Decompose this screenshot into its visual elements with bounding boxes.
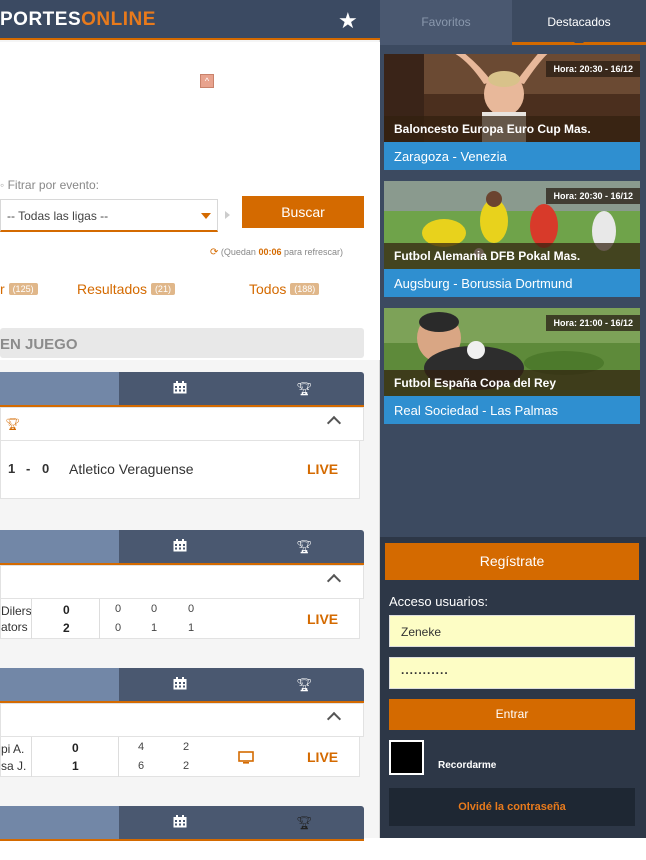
trophy-icon: 🏆︎ — [5, 417, 21, 431]
password-field[interactable]: ........... — [389, 657, 635, 689]
league-select[interactable]: -- Todas las ligas -- — [0, 199, 218, 232]
set-score: 4 — [138, 741, 145, 753]
calendar-icon[interactable] — [173, 381, 187, 394]
away-score: 0 — [42, 461, 50, 476]
set-score: 2 — [183, 741, 190, 753]
username-field[interactable]: Zeneke — [389, 615, 635, 647]
remember-checkbox[interactable] — [389, 740, 424, 775]
event-time: Hora: 21:00 - 16/12 — [546, 315, 640, 331]
remember-label: Recordarme — [438, 760, 497, 771]
live-badge: LIVE — [307, 611, 339, 627]
register-button[interactable]: Regístrate — [385, 543, 639, 580]
tab-all[interactable]: Todos (188) — [249, 281, 320, 297]
top-bar: PORTESONLINE ★ — [0, 0, 380, 40]
refresh-icon[interactable]: ⟳ — [210, 247, 218, 258]
set-score: 1 — [188, 622, 195, 634]
set-score: 6 — [138, 760, 145, 772]
team-name: pi A. — [1, 742, 25, 756]
match-card: 🏆︎ pi A. sa J. 0 1 4 2 6 2 LIVE — [0, 668, 364, 777]
set-score: 0 — [115, 622, 122, 634]
event-league: Baloncesto Europa Euro Cup Mas. — [384, 116, 640, 142]
competition-row[interactable] — [0, 565, 364, 599]
favorite-star-icon[interactable]: ★ — [338, 8, 358, 34]
event-match[interactable]: Augsburg - Borussia Dortmund — [384, 269, 640, 297]
event-league: Futbol España Copa del Rey — [384, 370, 640, 396]
card-header: 🏆︎ — [0, 806, 364, 841]
tab-destacados[interactable]: Destacados — [512, 0, 646, 45]
total-score: 1 — [72, 759, 79, 773]
set-score: 2 — [183, 760, 190, 772]
score-separator: - — [26, 461, 31, 476]
card-header: 🏆︎ — [0, 668, 364, 703]
section-title: EN JUEGO — [0, 328, 364, 358]
card-header: 🏆︎ — [0, 372, 364, 407]
event-time: Hora: 20:30 - 16/12 — [546, 61, 640, 77]
results-tabs: r (125) Resultados (21) Todos (188) — [0, 264, 364, 312]
team-name: sa J. — [1, 759, 27, 773]
trophy-icon[interactable]: 🏆︎ — [296, 815, 313, 831]
trophy-icon[interactable]: 🏆︎ — [296, 539, 313, 555]
tab-upcoming[interactable]: r (125) — [0, 281, 38, 297]
page: PORTESONLINE ★ ^ ◦ Fitrar por evento: --… — [0, 0, 646, 860]
competition-row[interactable]: 🏆︎ — [0, 407, 364, 441]
event-match[interactable]: Real Sociedad - Las Palmas — [384, 396, 640, 424]
arrow-icon — [225, 211, 230, 219]
card-header: 🏆︎ — [0, 530, 364, 565]
event-match[interactable]: Zaragoza - Venezia — [384, 142, 640, 170]
login-button[interactable]: Entrar — [389, 699, 635, 730]
chevron-up-icon[interactable] — [326, 573, 342, 589]
calendar-icon[interactable] — [173, 677, 187, 690]
competition-row[interactable] — [0, 703, 364, 737]
chevron-up-icon[interactable] — [326, 711, 342, 727]
total-score: 0 — [72, 741, 79, 755]
home-score: 1 — [8, 461, 16, 476]
login-title: Acceso usuarios: — [389, 594, 488, 609]
team-name: Dilers — [1, 604, 32, 618]
match-card: 🏆︎ Dilers ators 0 2 0 0 0 0 1 1 LIVE — [0, 530, 364, 639]
featured-event[interactable]: Hora: 21:00 - 16/12 Futbol España Copa d… — [384, 308, 640, 424]
sidebar-tabs: Favoritos Destacados — [380, 0, 646, 45]
ad-choices-icon[interactable]: ^ — [200, 74, 214, 88]
calendar-icon[interactable] — [173, 539, 187, 552]
team-name: ators — [1, 620, 28, 634]
set-score: 0 — [151, 603, 158, 615]
featured-event[interactable]: Hora: 20:30 - 16/12 Baloncesto Europa Eu… — [384, 54, 640, 170]
forgot-password-button[interactable]: Olvidé la contraseña — [389, 788, 635, 826]
dropdown-caret-icon — [201, 213, 211, 219]
set-score: 0 — [188, 603, 195, 615]
match-card: 🏆︎ — [0, 806, 364, 841]
set-score: 0 — [115, 603, 122, 615]
trophy-icon[interactable]: 🏆︎ — [296, 381, 313, 397]
total-score: 0 — [63, 603, 70, 617]
event-league: Futbol Alemania DFB Pokal Mas. — [384, 243, 640, 269]
live-badge: LIVE — [307, 461, 339, 477]
login-panel: Acceso usuarios: Zeneke ........... Entr… — [380, 583, 646, 838]
set-score: 1 — [151, 622, 158, 634]
sidebar: Favoritos Destacados Hora: 20:30 - 16/12… — [380, 0, 646, 838]
total-score: 2 — [63, 621, 70, 635]
event-time: Hora: 20:30 - 16/12 — [546, 188, 640, 204]
trophy-icon[interactable]: 🏆︎ — [296, 677, 313, 693]
match-row[interactable]: pi A. sa J. 0 1 4 2 6 2 LIVE — [0, 737, 360, 777]
main-column: PORTESONLINE ★ ^ ◦ Fitrar por evento: --… — [0, 0, 380, 841]
search-button[interactable]: Buscar — [242, 196, 364, 228]
refresh-info: ⟳ (Quedan 00:06 para refrescar) — [210, 247, 344, 258]
tv-icon[interactable] — [238, 751, 254, 764]
chevron-up-icon[interactable] — [326, 415, 342, 431]
site-logo[interactable]: PORTESONLINE — [0, 9, 156, 31]
tab-results[interactable]: Resultados (21) — [77, 281, 175, 297]
featured-event[interactable]: Hora: 20:30 - 16/12 Futbol Alemania DFB … — [384, 181, 640, 297]
match-card: 🏆︎ 🏆︎ 1 - 0 Atletico Veraguense LIVE — [0, 372, 364, 499]
filter-label: ◦ Fitrar por evento: — [0, 178, 99, 192]
away-team: Atletico Veraguense — [69, 461, 194, 477]
tab-favoritos[interactable]: Favoritos — [380, 0, 512, 45]
live-badge: LIVE — [307, 749, 339, 765]
match-row[interactable]: Dilers ators 0 2 0 0 0 0 1 1 LIVE — [0, 599, 360, 639]
calendar-icon[interactable] — [173, 815, 187, 828]
match-row[interactable]: 1 - 0 Atletico Veraguense LIVE — [0, 441, 360, 499]
